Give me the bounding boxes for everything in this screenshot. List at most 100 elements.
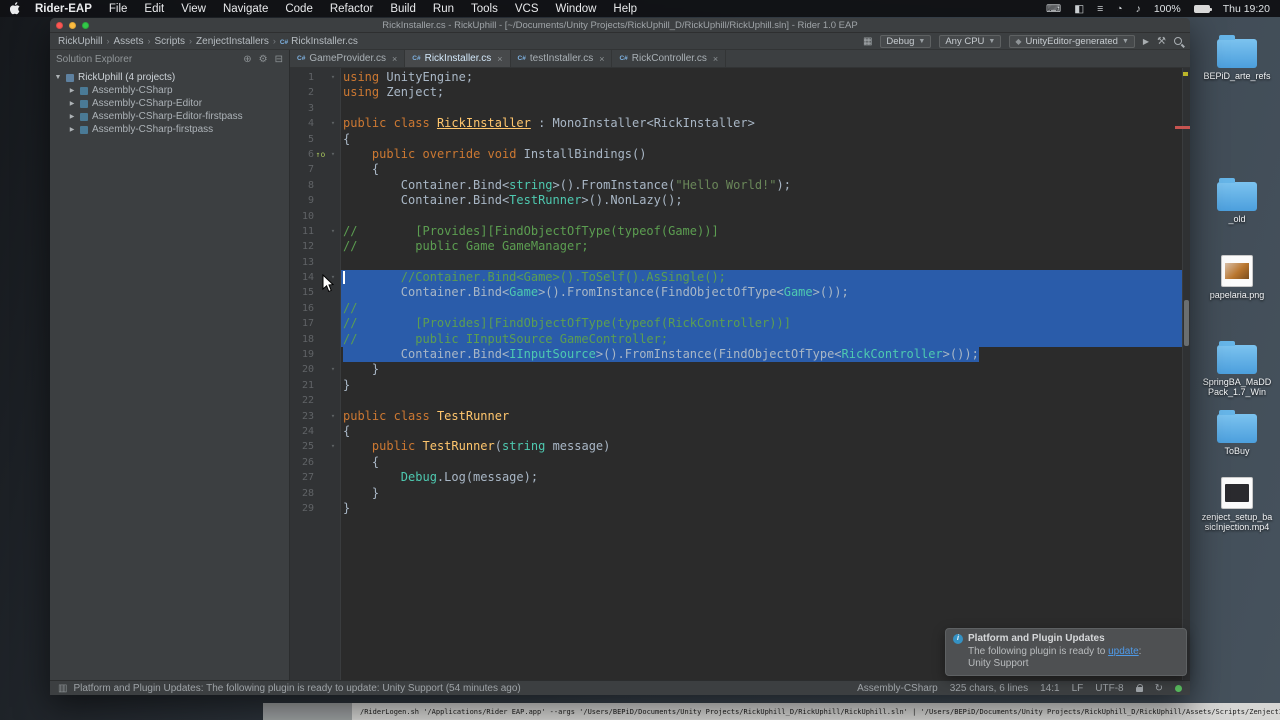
code-line[interactable]: 18 // public IInputSource GameController; — [290, 331, 1190, 348]
menu-item-file[interactable]: File — [109, 3, 128, 15]
volume-icon[interactable]: ♪ — [1136, 3, 1141, 15]
code-line[interactable]: 25 ▾ public TestRunner(string message) — [290, 439, 1190, 454]
line-number[interactable]: 29 — [290, 501, 314, 516]
tab-rickcontroller-cs[interactable]: C# RickController.cs × — [612, 50, 727, 67]
line-number[interactable]: 12 — [290, 239, 314, 254]
keyboard-icon[interactable]: ⌨ — [1046, 3, 1061, 15]
code-line[interactable]: 16 // — [290, 300, 1190, 317]
tree-root-solution[interactable]: ▼ RickUphill (4 projects) — [50, 71, 289, 84]
code-line[interactable]: 20 ▾ } — [290, 362, 1190, 377]
menu-item-build[interactable]: Build — [390, 3, 416, 15]
apple-menu-icon[interactable] — [10, 2, 21, 15]
menu-item-navigate[interactable]: Navigate — [223, 3, 268, 15]
refresh-icon[interactable]: ↻ — [1155, 683, 1163, 694]
code-line[interactable]: 5{ — [290, 132, 1190, 147]
desktop-icon-folder[interactable]: ToBuy — [1200, 409, 1274, 456]
window-title-bar[interactable]: RickInstaller.cs - RickUphill - [~/Docum… — [50, 18, 1190, 33]
collapse-chevron-icon[interactable]: ▶ — [68, 100, 76, 107]
code-line[interactable]: 2 using Zenject; — [290, 85, 1190, 100]
warning-stripe-mark[interactable] — [1183, 72, 1188, 76]
expand-chevron-icon[interactable]: ▼ — [54, 74, 62, 81]
terminal-tab[interactable] — [263, 703, 352, 720]
scrollbar-track[interactable] — [1182, 68, 1190, 680]
line-number[interactable]: 25 — [290, 439, 314, 454]
line-number[interactable]: 4 — [290, 116, 314, 131]
event-log-icon[interactable]: ▥ — [58, 683, 67, 694]
status-caret-position[interactable]: 14:1 — [1040, 683, 1059, 694]
menu-extra-icon[interactable]: ≡ — [1097, 3, 1103, 15]
line-number[interactable]: 13 — [290, 255, 314, 270]
tab-gameprovider-cs[interactable]: C# GameProvider.cs × — [290, 50, 406, 67]
line-number[interactable]: 7 — [290, 162, 314, 177]
notification-popup[interactable]: i Platform and Plugin Updates The follow… — [945, 628, 1187, 676]
menu-item-edit[interactable]: Edit — [144, 3, 164, 15]
line-number[interactable]: 23 — [290, 409, 314, 424]
code-line[interactable]: 3 — [290, 101, 1190, 116]
error-stripe-mark[interactable] — [1175, 126, 1190, 129]
readonly-lock-icon[interactable] — [1135, 684, 1143, 692]
update-link[interactable]: update — [1108, 646, 1139, 657]
menu-item-rider-eap[interactable]: Rider-EAP — [35, 3, 92, 15]
breadcrumb-item[interactable]: Scripts — [154, 36, 185, 47]
code-line[interactable]: 6 ↑o ▾ public override void InstallBinding… — [290, 147, 1190, 162]
code-line[interactable]: 21} — [290, 378, 1190, 393]
line-number[interactable]: 20 — [290, 362, 314, 377]
hide-panel-icon[interactable]: ⊟ — [275, 54, 283, 65]
code-line[interactable]: 29} — [290, 501, 1190, 516]
platform-dropdown[interactable]: Any CPU ▼ — [939, 34, 1002, 48]
build-icon[interactable]: ⚒ — [1157, 36, 1166, 47]
inspection-status-icon[interactable] — [1175, 684, 1182, 692]
code-line[interactable]: 7 { — [290, 162, 1190, 177]
line-number[interactable]: 14 — [290, 270, 314, 285]
code-area[interactable]: 1 ▾ using UnityEngine; 2 using Zenject; 3 4 ▾ pu… — [290, 68, 1190, 680]
fold-marker-icon[interactable]: ▾ — [327, 409, 339, 424]
override-gutter-icon[interactable]: ↑o — [314, 147, 327, 162]
collapse-chevron-icon[interactable]: ▶ — [68, 87, 76, 94]
display-icon[interactable]: ◧ — [1074, 3, 1084, 15]
close-tab-icon[interactable]: × — [599, 54, 604, 64]
code-line[interactable]: 28 } — [290, 486, 1190, 501]
menu-item-tools[interactable]: Tools — [471, 3, 498, 15]
code-line[interactable]: 1 ▾ using UnityEngine; — [290, 70, 1190, 85]
code-line[interactable]: 17 // [Provides][FindObjectOfType(typeof(… — [290, 316, 1190, 332]
line-number[interactable]: 2 — [290, 85, 314, 100]
code-line[interactable]: 13 — [290, 255, 1190, 270]
breadcrumb-item[interactable]: Assets — [113, 36, 143, 47]
zoom-window-button[interactable] — [82, 21, 89, 29]
status-line-ending[interactable]: LF — [1072, 683, 1084, 694]
line-number[interactable]: 19 — [290, 347, 314, 362]
line-number[interactable]: 8 — [290, 178, 314, 193]
code-line[interactable]: 8 Container.Bind<string>().FromInstance(… — [290, 178, 1190, 193]
code-line[interactable]: 19 Container.Bind<IInputSource>().FromIn… — [290, 347, 1190, 363]
status-message-area[interactable]: ▥ Platform and Plugin Updates: The follo… — [58, 683, 521, 694]
build-configuration-dropdown[interactable]: Debug ▼ — [880, 34, 932, 48]
tree-item-assembly-csharp[interactable]: ▶ Assembly-CSharp — [50, 84, 289, 97]
fold-marker-icon[interactable]: ▾ — [327, 224, 339, 239]
desktop-icon-folder[interactable]: _old — [1200, 177, 1274, 224]
background-terminal-strip[interactable]: /RiderLogen.sh '/Applications/Rider EAP.… — [263, 703, 1280, 720]
tree-item-assembly-csharp-editor-firstpass[interactable]: ▶ Assembly-CSharp-Editor-firstpass — [50, 110, 289, 123]
desktop-icon-folder[interactable]: BEPiD_arte_refs — [1200, 34, 1274, 81]
fold-marker-icon[interactable]: ▾ — [327, 439, 339, 454]
line-number[interactable]: 22 — [290, 393, 314, 408]
status-project[interactable]: Assembly-CSharp — [857, 683, 938, 694]
tree-item-assembly-csharp-editor[interactable]: ▶ Assembly-CSharp-Editor — [50, 97, 289, 110]
code-line[interactable]: 10 — [290, 209, 1190, 224]
code-line[interactable]: 26 { — [290, 455, 1190, 470]
code-line[interactable]: 15 Container.Bind<Game>().FromInstance(F… — [290, 285, 1190, 301]
run-button[interactable]: ▶ — [1143, 37, 1149, 46]
fold-marker-icon[interactable]: ▾ — [327, 147, 339, 162]
line-number[interactable]: 10 — [290, 209, 314, 224]
code-line[interactable]: 12 // public Game GameManager; — [290, 239, 1190, 254]
close-tab-icon[interactable]: × — [392, 54, 397, 64]
fold-marker-icon[interactable]: ▾ — [327, 70, 339, 85]
line-number[interactable]: 1 — [290, 70, 314, 85]
breadcrumb-item[interactable]: ZenjectInstallers — [196, 36, 269, 47]
menu-item-view[interactable]: View — [181, 3, 206, 15]
desktop-icon-folder[interactable]: SpringBA_MaDDPack_1.7_Win — [1200, 340, 1274, 397]
tool-windows-icon[interactable]: ▦ — [863, 36, 872, 47]
tab-testinstaller-cs[interactable]: C# testInstaller.cs × — [511, 50, 613, 67]
code-line[interactable]: 14 ▾ //Container.Bind<Game>().ToSelf().As… — [290, 270, 1190, 286]
code-line[interactable]: 22 — [290, 393, 1190, 408]
solution-explorer-header[interactable]: Solution Explorer ⊕ ⚙ ⊟ — [50, 50, 289, 68]
